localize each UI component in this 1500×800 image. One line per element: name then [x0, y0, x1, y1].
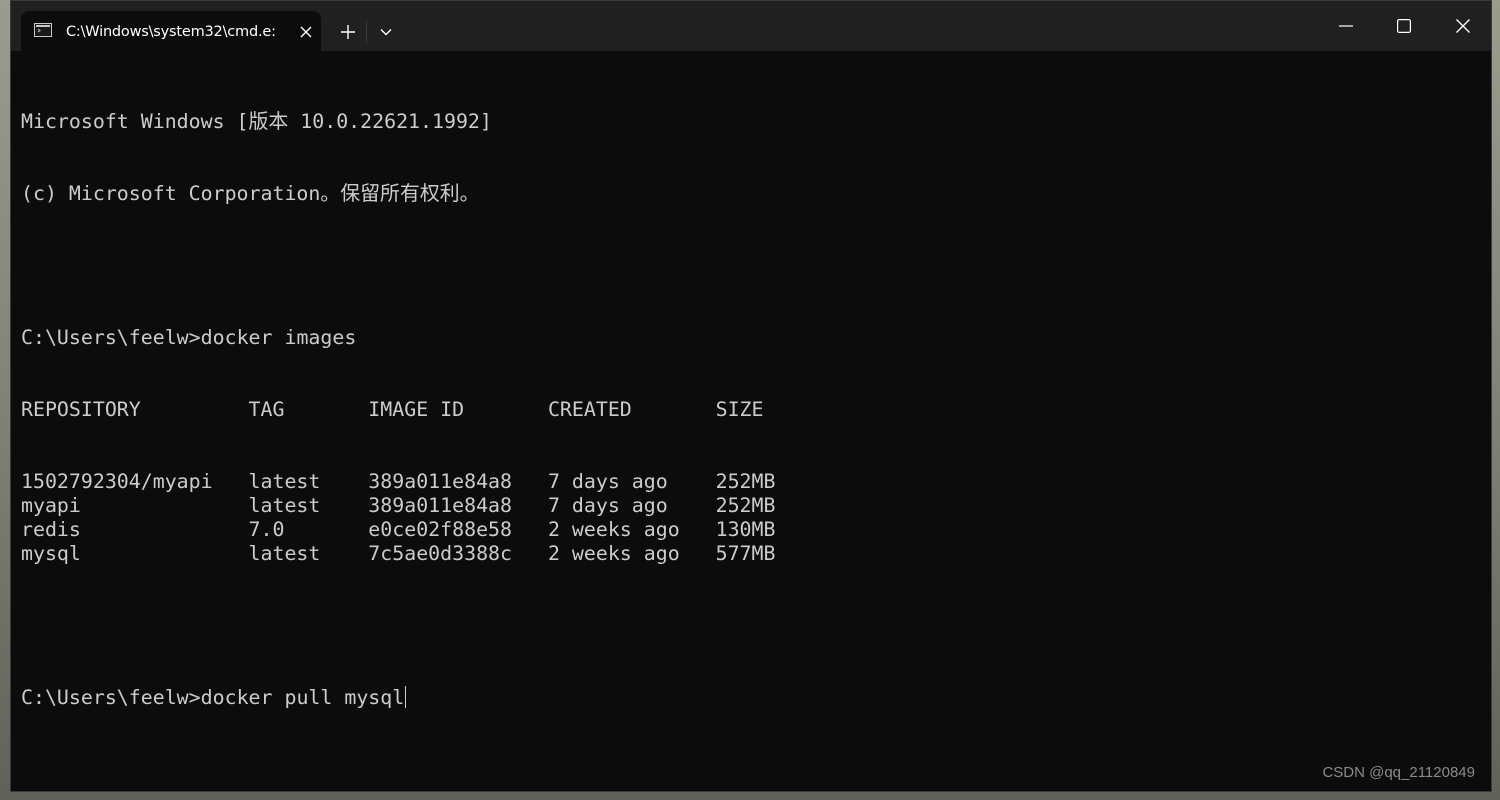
- tab-close-icon[interactable]: [296, 22, 316, 42]
- table-row: mysql latest 7c5ae0d3388c 2 weeks ago 57…: [21, 542, 1471, 566]
- tab-title: C:\Windows\system32\cmd.e:: [66, 24, 276, 40]
- table-cell: 389a011e84a8: [368, 494, 548, 517]
- table-cell: 1502792304/myapi: [21, 470, 249, 493]
- table-cell: 252MB: [715, 494, 776, 517]
- prompt: C:\Users\feelw>: [21, 326, 201, 349]
- terminal-window: C:\Windows\system32\cmd.e: Microsoft Win…: [10, 0, 1492, 792]
- chevron-down-icon[interactable]: [369, 15, 403, 49]
- console-copyright-line: (c) Microsoft Corporation。保留所有权利。: [21, 182, 480, 205]
- table-cell: 2 weeks ago: [547, 518, 716, 541]
- table-cell: redis: [21, 518, 249, 541]
- table-row: myapi latest 389a011e84a8 7 days ago 252…: [21, 494, 1471, 518]
- table-cell: e0ce02f88e58: [368, 518, 548, 541]
- command-text: docker pull mysql: [200, 686, 405, 709]
- table-row: redis 7.0 e0ce02f88e58 2 weeks ago 130MB: [21, 518, 1471, 542]
- table-cell: 252MB: [715, 470, 776, 493]
- tab-cmd[interactable]: C:\Windows\system32\cmd.e:: [21, 11, 321, 51]
- table-cell: 7 days ago: [547, 494, 716, 517]
- console-output[interactable]: Microsoft Windows [版本 10.0.22621.1992] (…: [21, 62, 1471, 758]
- title-bar[interactable]: C:\Windows\system32\cmd.e:: [11, 1, 1491, 51]
- table-cell: latest: [248, 494, 369, 517]
- table-header: REPOSITORY TAG IMAGE ID CREATED SIZE: [21, 398, 1471, 422]
- column-header: TAG: [248, 398, 369, 421]
- column-header: SIZE: [715, 398, 764, 421]
- table-cell: myapi: [21, 494, 249, 517]
- watermark: CSDN @qq_21120849: [1322, 764, 1475, 781]
- command-line-2[interactable]: C:\Users\feelw>docker pull mysql: [21, 686, 1471, 710]
- command-line-1: C:\Users\feelw>docker images: [21, 326, 1471, 350]
- table-row: 1502792304/myapi latest 389a011e84a8 7 d…: [21, 470, 1471, 494]
- table-cell: 7.0: [248, 518, 369, 541]
- console-header-line: Microsoft Windows [版本 10.0.22621.1992]: [21, 110, 492, 133]
- table-cell: 7c5ae0d3388c: [368, 542, 548, 565]
- close-window-icon[interactable]: [1434, 1, 1491, 51]
- table-cell: 130MB: [715, 518, 776, 541]
- minimize-icon[interactable]: [1317, 1, 1375, 51]
- table-cell: latest: [248, 470, 369, 493]
- column-header: CREATED: [547, 398, 716, 421]
- cmd-icon: [34, 23, 52, 37]
- table-body: 1502792304/myapi latest 389a011e84a8 7 d…: [21, 470, 1471, 566]
- prompt: C:\Users\feelw>: [21, 686, 201, 709]
- text-cursor: [405, 686, 407, 708]
- table-cell: 2 weeks ago: [547, 542, 716, 565]
- table-cell: 577MB: [715, 542, 776, 565]
- table-cell: latest: [248, 542, 369, 565]
- titlebar-divider: [366, 21, 367, 43]
- table-cell: 389a011e84a8: [368, 470, 548, 493]
- maximize-icon[interactable]: [1375, 1, 1433, 51]
- command-text: docker images: [200, 326, 357, 349]
- new-tab-plus-icon[interactable]: [331, 15, 365, 49]
- table-cell: 7 days ago: [547, 470, 716, 493]
- table-cell: mysql: [21, 542, 249, 565]
- column-header: IMAGE ID: [368, 398, 548, 421]
- column-header: REPOSITORY: [21, 398, 249, 421]
